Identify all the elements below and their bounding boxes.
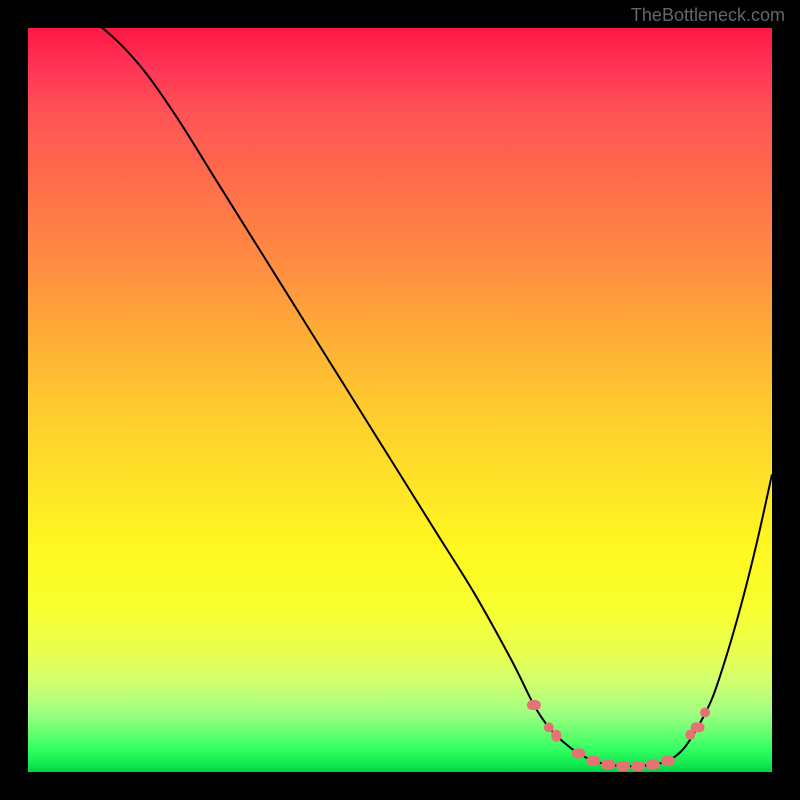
data-marker-capsule [616, 761, 630, 771]
chart-svg [28, 28, 772, 772]
markers-group [527, 700, 710, 771]
chart-area [28, 28, 772, 772]
data-marker-capsule [601, 760, 615, 770]
bottleneck-curve [28, 28, 772, 766]
curve-group [28, 28, 772, 766]
data-marker-capsule [691, 722, 705, 732]
data-marker-dot [700, 707, 710, 717]
data-marker-capsule [527, 700, 541, 710]
data-marker-capsule [572, 748, 586, 758]
data-marker-capsule [631, 761, 645, 771]
data-marker-capsule [646, 760, 660, 770]
data-marker-capsule [551, 730, 561, 742]
data-marker-dot [544, 722, 554, 732]
data-marker-capsule [661, 756, 675, 766]
data-marker-capsule [586, 756, 600, 766]
watermark-text: TheBottleneck.com [631, 5, 785, 26]
